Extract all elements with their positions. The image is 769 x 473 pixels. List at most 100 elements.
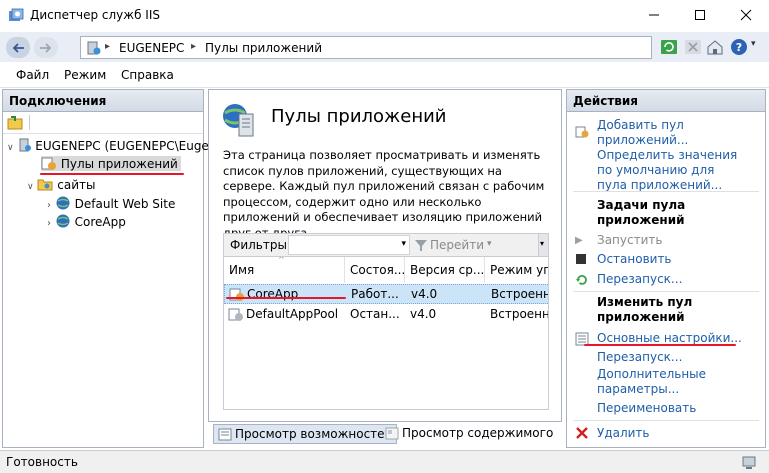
breadcrumb-app-pools[interactable]: Пулы приложений xyxy=(205,41,322,55)
play-icon: ▶ xyxy=(575,235,583,246)
sort-up-icon: ^ xyxy=(278,257,285,264)
action-restart[interactable]: Перезапуск... xyxy=(597,272,747,287)
chevron-right-icon[interactable]: › xyxy=(47,218,51,229)
status-bar: Готовность xyxy=(0,450,769,473)
tree-label-default-web-site: Default Web Site xyxy=(74,197,176,211)
arrow-right-icon xyxy=(40,42,52,53)
add-connection-icon[interactable] xyxy=(7,115,23,131)
content-view-icon xyxy=(385,427,399,440)
tab-features-label: Просмотр возможностей xyxy=(235,427,393,441)
page-description: Эта страница позволяет просматривать и и… xyxy=(223,148,545,240)
maximize-icon xyxy=(695,10,705,20)
cell-state: Работ... xyxy=(351,287,399,301)
action-stop[interactable]: Остановить xyxy=(597,252,747,267)
network-status-icon xyxy=(742,456,756,469)
funnel-icon xyxy=(415,240,427,251)
cell-version: v4.0 xyxy=(411,287,438,301)
close-icon xyxy=(740,9,752,21)
annotation-underline xyxy=(226,297,346,299)
filter-scroll-arrow[interactable]: ▾ xyxy=(538,234,548,256)
section-edit-pool: Изменить пул приложений xyxy=(597,295,693,324)
action-recycle[interactable]: Перезапуск... xyxy=(597,350,747,365)
window-title: Диспетчер служб IIS xyxy=(30,8,160,22)
stop-icon[interactable] xyxy=(684,38,702,56)
tab-content-label: Просмотр содержимого xyxy=(402,426,554,440)
content-panel: Пулы приложений Эта страница позволяет п… xyxy=(208,89,562,422)
filter-input[interactable]: ▾ xyxy=(288,235,410,255)
column-header-mode[interactable]: Режим упр xyxy=(485,257,548,283)
column-header-name[interactable]: Имя ^ xyxy=(224,257,345,283)
tree-node-server[interactable]: ∨ EUGENEPC (EUGENEPC\Euge xyxy=(7,138,209,153)
column-header-name-label: Имя xyxy=(229,263,255,277)
action-set-defaults[interactable]: Определить значения по умолчанию для пул… xyxy=(597,148,747,193)
breadcrumb-server[interactable]: EUGENEPC xyxy=(119,41,184,55)
chevron-down-icon[interactable]: ∨ xyxy=(27,182,34,192)
help-dropdown-icon[interactable]: ▾ xyxy=(751,39,756,49)
app-pools-table: Имя ^ Состоя... Версия ср... Режим упр C… xyxy=(223,257,549,410)
forward-button[interactable] xyxy=(34,37,58,58)
maximize-button[interactable] xyxy=(677,0,723,30)
restart-icon xyxy=(576,274,587,285)
action-add-pool[interactable]: Добавить пул приложений... xyxy=(597,118,747,148)
app-pool-icon xyxy=(228,308,243,321)
tab-features-view[interactable]: Просмотр возможностей xyxy=(213,424,398,444)
page-title: Пулы приложений xyxy=(271,106,447,127)
svg-text:?: ? xyxy=(736,41,742,54)
features-view-icon xyxy=(218,428,232,441)
breadcrumb-separator-icon: ▸ xyxy=(105,41,111,52)
close-button[interactable] xyxy=(723,0,769,30)
chevron-down-icon[interactable]: ∨ xyxy=(7,143,14,153)
chevron-right-icon[interactable]: › xyxy=(47,200,51,211)
chevron-down-icon[interactable]: ▾ xyxy=(540,239,544,248)
back-button[interactable] xyxy=(6,37,30,58)
navigation-bar: ▸ EUGENEPC ▸ Пулы приложений ? ▾ xyxy=(0,32,769,62)
action-rename[interactable]: Переименовать xyxy=(597,401,747,416)
actions-header: Действия xyxy=(567,90,765,112)
tree-node-default-web-site[interactable]: › Default Web Site xyxy=(47,195,175,211)
connections-panel: Подключения ∨ EUGENEPC (EUGENEPC\Euge Пу… xyxy=(2,89,209,448)
annotation-underline xyxy=(40,173,184,175)
column-header-state[interactable]: Состоя... xyxy=(345,257,405,283)
menu-help[interactable]: Справка xyxy=(121,68,174,82)
column-header-version[interactable]: Версия ср... xyxy=(405,257,485,283)
add-pool-icon xyxy=(575,126,589,138)
sites-folder-icon xyxy=(37,179,53,191)
app-pools-large-icon xyxy=(223,104,254,137)
minimize-icon xyxy=(649,14,659,16)
tree-label-sites: сайты xyxy=(57,178,96,192)
menu-bar: Файл Режим Справка xyxy=(0,62,769,88)
help-icon[interactable]: ? xyxy=(730,38,748,56)
menu-view[interactable]: Режим xyxy=(64,68,106,82)
action-start[interactable]: Запустить xyxy=(597,233,747,248)
table-row[interactable]: DefaultAppPool Остан... v4.0 Встроенны xyxy=(224,305,548,325)
tree-node-coreapp[interactable]: › CoreApp xyxy=(47,213,126,229)
home-icon[interactable] xyxy=(706,38,724,56)
cell-state: Остан... xyxy=(350,307,400,321)
stop-square-icon xyxy=(575,253,589,267)
divider xyxy=(573,420,759,421)
tree-node-sites[interactable]: ∨ сайты xyxy=(27,177,95,192)
annotation-underline xyxy=(584,344,736,346)
divider xyxy=(573,291,759,292)
connections-header: Подключения xyxy=(3,90,203,112)
section-pool-tasks: Задачи пула приложений xyxy=(597,198,686,227)
chevron-down-icon[interactable]: ▾ xyxy=(401,239,406,249)
toolbar-divider xyxy=(29,115,30,130)
go-dropdown-icon[interactable]: ▾ xyxy=(487,239,492,249)
minimize-button[interactable] xyxy=(631,0,677,30)
action-delete[interactable]: Удалить xyxy=(597,426,747,441)
server-icon xyxy=(19,138,32,152)
tree-node-app-pools[interactable]: Пулы приложений xyxy=(41,156,181,171)
actions-panel: Действия Добавить пул приложений... Опре… xyxy=(566,89,766,448)
address-bar[interactable]: ▸ EUGENEPC ▸ Пулы приложений xyxy=(80,36,652,59)
action-advanced-settings[interactable]: Дополнительные параметры... xyxy=(597,367,747,397)
menu-file[interactable]: Файл xyxy=(16,68,49,82)
divider xyxy=(573,191,759,192)
tab-content-view[interactable]: Просмотр содержимого xyxy=(381,424,557,444)
go-button[interactable]: Перейти xyxy=(430,238,484,252)
delete-icon xyxy=(576,427,588,439)
status-text: Готовность xyxy=(6,455,78,469)
table-row[interactable]: CoreApp Работ... v4.0 Встроенны xyxy=(224,284,548,304)
refresh-icon[interactable] xyxy=(660,38,678,56)
cell-name: DefaultAppPool xyxy=(246,307,339,321)
